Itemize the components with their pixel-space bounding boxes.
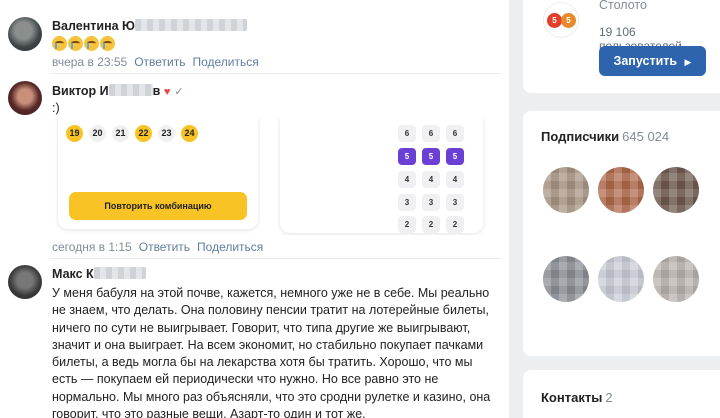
comments-feed: Валентина Ю вчера в 23:55 Ответить Поделит…	[0, 0, 509, 418]
comment-author[interactable]: Виктор И в ♥ ✓	[52, 84, 184, 98]
grid-cell: 4	[446, 171, 464, 188]
crying-face-icon	[84, 36, 99, 51]
play-arrow-icon: ▶	[684, 57, 692, 67]
grid-cell: 4	[398, 171, 416, 188]
repeat-combination-button: Повторить комбинацию	[69, 192, 247, 220]
avatar[interactable]	[8, 265, 42, 299]
grid-cell: 2	[446, 216, 464, 233]
share-link[interactable]: Поделиться	[197, 240, 263, 254]
contacts-title[interactable]: Контакты	[541, 390, 602, 405]
contacts-count: 2	[605, 390, 613, 405]
subscribers-widget: Подписчики 645 024	[523, 111, 720, 356]
heart-icon: ♥	[163, 86, 171, 98]
comment-author[interactable]: Валентина Ю	[52, 19, 247, 33]
comment-meta: сегодня в 1:15 Ответить Поделиться	[52, 240, 263, 254]
crying-face-icon	[52, 36, 67, 51]
crying-face-icon	[100, 36, 115, 51]
grid-cell: 3	[398, 194, 416, 211]
comment-text: У меня бабуля на этой почве, кажется, не…	[52, 286, 491, 418]
checkmark-icon: ✓	[174, 86, 184, 98]
author-name[interactable]: Макс К	[52, 267, 94, 281]
grid-cell: 2	[398, 216, 416, 233]
subscriber-avatar[interactable]	[543, 256, 589, 302]
subscriber-avatar[interactable]	[598, 167, 644, 213]
grid-cell: 3	[422, 194, 440, 211]
grid-cell: 3	[446, 194, 464, 211]
comment-time[interactable]: сегодня в 1:15	[52, 240, 132, 254]
subscriber-avatar[interactable]	[653, 256, 699, 302]
subscribers-title[interactable]: Подписчики	[541, 129, 619, 144]
launch-button-label: Запустить	[613, 54, 678, 68]
subscriber-avatar[interactable]	[598, 256, 644, 302]
comment-meta: вчера в 23:55 Ответить Поделиться	[52, 55, 259, 69]
comment-attachment-image[interactable]: 19 20 21 22 23 24 Повторить комбинацию 6…	[50, 117, 490, 235]
grid-cell: 6	[398, 125, 416, 142]
lottery-number: 19	[66, 125, 83, 142]
lottery-number: 23	[158, 125, 175, 142]
grid-cell-selected: 5	[446, 148, 464, 165]
lottery-number: 24	[181, 125, 198, 142]
lottery-ticket-card: 19 20 21 22 23 24 Повторить комбинацию	[58, 117, 258, 229]
grid-cell: 6	[446, 125, 464, 142]
emoji-row	[52, 36, 116, 52]
grid-cell: 4	[422, 171, 440, 188]
crying-face-icon	[68, 36, 83, 51]
avatar[interactable]	[8, 17, 42, 51]
lottery-number: 21	[112, 125, 129, 142]
ball-icon: 5	[547, 13, 562, 28]
launch-button[interactable]: Запустить ▶	[599, 46, 706, 76]
blurred-name	[93, 267, 146, 279]
divider	[50, 73, 501, 74]
grid-cell-selected: 5	[422, 148, 440, 165]
subscriber-avatar[interactable]	[653, 167, 699, 213]
author-name[interactable]: Валентина Ю	[52, 19, 135, 33]
reply-link[interactable]: Ответить	[139, 240, 190, 254]
divider	[50, 258, 501, 259]
share-link[interactable]: Поделиться	[192, 55, 258, 69]
grid-cell: 6	[422, 125, 440, 142]
subscribers-header[interactable]: Подписчики 645 024	[541, 129, 669, 144]
author-name[interactable]: Виктор И	[52, 84, 109, 98]
app-name[interactable]: Столото	[599, 0, 647, 12]
comment-time[interactable]: вчера в 23:55	[52, 55, 127, 69]
stoloto-logo-icon[interactable]: 5 5	[543, 2, 579, 38]
avatar[interactable]	[8, 81, 42, 115]
contacts-widget: Контакты 2	[523, 370, 720, 418]
reply-link[interactable]: Ответить	[134, 55, 185, 69]
blurred-name	[134, 19, 247, 31]
contacts-header[interactable]: Контакты 2	[541, 390, 613, 405]
app-widget: 5 5 Столото 19 106 пользователей Запусти…	[523, 0, 720, 93]
lottery-number: 20	[89, 125, 106, 142]
subscribers-count: 645 024	[622, 129, 670, 144]
lottery-grid-card: 6 6 6 5 5 5 4 4 4 3 3 3 2 2 2	[280, 117, 483, 233]
blurred-name	[108, 84, 153, 96]
author-name-tail[interactable]: в	[153, 84, 161, 98]
comment-author[interactable]: Макс К	[52, 267, 146, 281]
subscriber-avatar[interactable]	[543, 167, 589, 213]
ball-icon: 5	[561, 13, 576, 28]
comment-text: :)	[52, 101, 60, 115]
grid-cell: 2	[422, 216, 440, 233]
lottery-number: 22	[135, 125, 152, 142]
grid-cell-selected: 5	[398, 148, 416, 165]
